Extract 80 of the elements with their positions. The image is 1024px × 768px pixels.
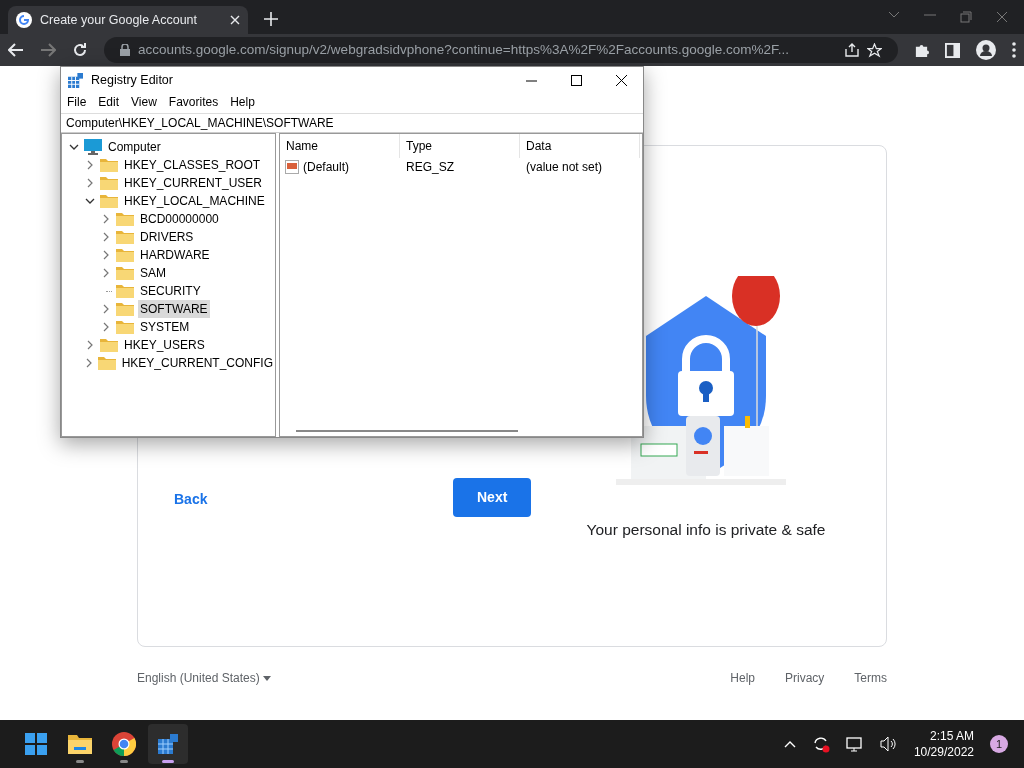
regedit-icon [157,733,179,755]
star-icon[interactable] [867,42,882,58]
computer-icon [84,139,102,155]
scrollbar-thumb[interactable] [296,430,518,432]
share-icon[interactable] [845,43,859,57]
tree-item[interactable]: HKEY_USERS [122,336,207,354]
folder-icon [116,284,134,298]
lock-icon [120,44,130,56]
menu-item[interactable]: Help [224,93,261,113]
column-header[interactable]: Data [520,134,640,158]
clock-date[interactable]: 10/29/2022 [913,744,974,760]
browser-tab[interactable]: Create your Google Account [8,6,248,34]
forward-icon[interactable] [40,43,56,57]
folder-icon [116,302,134,316]
next-button[interactable]: Next [453,478,532,517]
menu-item[interactable]: File [61,93,93,113]
column-header[interactable]: Type [400,134,520,158]
folder-icon [100,176,118,190]
notification-badge[interactable]: 1 [990,735,1008,753]
address-field[interactable]: Computer\HKEY_LOCAL_MACHINE\SOFTWARE [61,113,643,133]
tab-title: Create your Google Account [40,11,199,29]
column-header[interactable]: Name [280,134,400,158]
windows-icon [25,733,47,755]
caption-text: Your personal info is private & safe [585,520,827,540]
footer-link[interactable]: Privacy [785,669,825,687]
close-icon[interactable] [616,74,627,86]
string-value-icon [285,160,299,174]
tree-item[interactable]: SYSTEM [138,318,192,336]
menu-item[interactable]: View [125,93,163,113]
language-selector[interactable]: English (United States) [137,669,272,687]
caret-icon [263,676,272,682]
tree-item[interactable]: HARDWARE [138,246,212,264]
menu-icon[interactable] [1012,42,1016,58]
folder-icon [116,320,134,334]
url-text: accounts.google.com/signup/v2/webgradsidvphone?continue=https%3A%2F%2Faccounts.google.com%2F... [138,40,790,59]
footer-link[interactable]: Terms [854,669,887,687]
volume-icon[interactable] [879,736,898,752]
clock-time[interactable]: 2:15 AM [913,728,974,744]
maximize-icon[interactable] [571,74,582,86]
tree-item[interactable]: DRIVERS [138,228,196,246]
window-title: Registry Editor [91,71,173,89]
folder-icon [97,356,116,370]
tree-item[interactable]: Computer [106,138,163,156]
folder-icon [116,248,134,262]
puzzle-icon[interactable] [914,42,929,58]
profile-icon[interactable] [976,40,996,60]
browser-icon [112,732,136,756]
folder-icon [100,158,118,172]
folder-icon [68,734,92,754]
tree-item[interactable]: HKEY_CLASSES_ROOT [122,156,263,174]
footer-link[interactable]: Help [730,669,755,687]
tree-item[interactable]: HKEY_CURRENT_CONFIG [119,354,275,372]
address-bar[interactable]: accounts.google.com/signup/v2/webgradsidvphone?continue=https%3A%2F%2Faccounts.google.com%2F... [104,37,898,63]
tree-item[interactable]: HKEY_LOCAL_MACHINE [122,192,267,210]
folder-icon [116,266,134,280]
side-panel-icon[interactable] [945,42,960,58]
tree-item[interactable]: HKEY_CURRENT_USER [122,174,265,192]
folder-icon [116,212,134,226]
folder-icon [116,230,134,244]
taskbar-app[interactable] [148,724,188,764]
folder-icon [100,194,118,208]
sync-icon[interactable] [811,735,830,753]
value-name[interactable]: (Default) [303,158,349,176]
value-data: (value not set) [525,159,603,176]
menu-item[interactable]: Edit [92,93,126,113]
value-type: REG_SZ [405,159,455,176]
menu-item[interactable]: Favorites [162,93,225,113]
tree-item[interactable]: SOFTWARE [138,300,210,318]
tree-item[interactable]: SECURITY [138,282,203,300]
back-icon[interactable] [8,43,24,57]
folder-icon [100,338,118,352]
restore-icon[interactable] [960,11,972,23]
new-tab-icon[interactable] [264,12,278,26]
google-icon [16,12,32,28]
tree-item[interactable]: BCD00000000 [138,210,221,228]
network-icon[interactable] [845,736,864,752]
reload-icon[interactable] [72,42,88,58]
chevron-up-icon[interactable] [783,740,796,748]
regedit-icon [68,72,83,88]
tree-item[interactable]: SAM [138,264,168,282]
